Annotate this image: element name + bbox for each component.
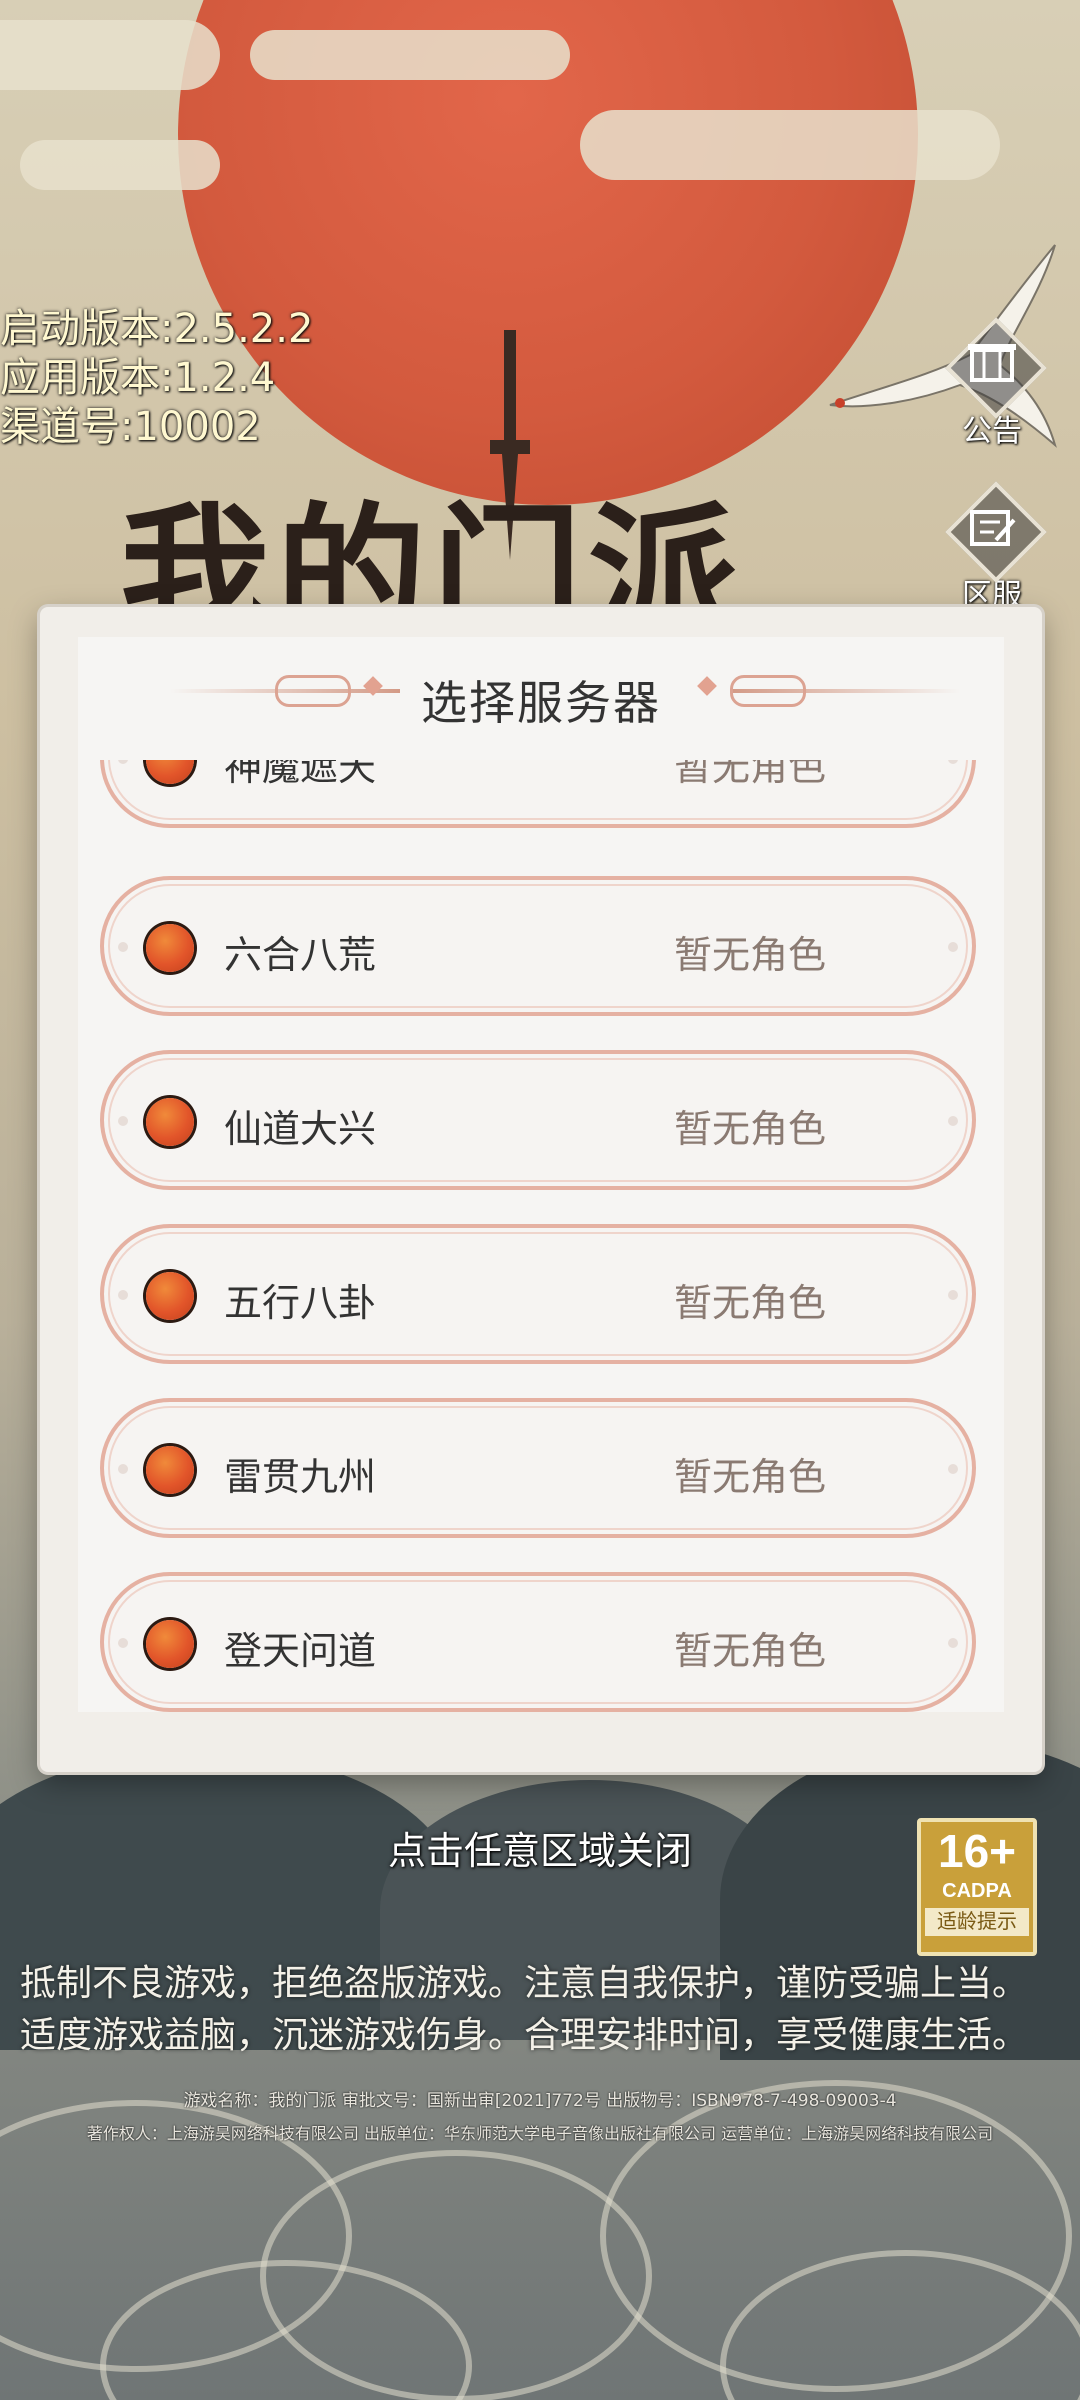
server-status-dot-icon bbox=[146, 1620, 194, 1668]
server-name: 五行八卦 bbox=[224, 1281, 377, 1325]
server-name: 登天问道 bbox=[224, 1629, 377, 1673]
server-name: 神魔遮天 bbox=[224, 760, 377, 789]
credits-line2: 著作权人：上海游昊网络科技有限公司 出版单位：华东师范大学电子音像出版社有限公司… bbox=[86, 2124, 994, 2143]
server-role-status: 暂无角色 bbox=[674, 1281, 827, 1325]
server-status-dot-icon bbox=[146, 1098, 194, 1146]
server-role-status: 暂无角色 bbox=[674, 1455, 827, 1499]
health-notice-line1: 抵制不良游戏，拒绝盗版游戏。注意自我保护，谨防受骗上当。 bbox=[20, 1963, 1029, 2004]
app-version: 应用版本:1.2.4 bbox=[0, 355, 276, 401]
server-zone-icon bbox=[970, 510, 1016, 546]
dialog-title: 选择服务器 bbox=[421, 676, 661, 730]
server-zone-button[interactable]: 区服 bbox=[932, 482, 1052, 614]
health-notice: 抵制不良游戏，拒绝盗版游戏。注意自我保护，谨防受骗上当。 适度游戏益脑，沉迷游戏… bbox=[20, 1958, 1028, 2062]
server-list[interactable]: 神魔遮天 暂无角色 六合八荒 暂无角色 仙道大兴 暂无角色 五行八卦 暂无角色 … bbox=[40, 760, 1040, 1770]
server-role-status: 暂无角色 bbox=[674, 760, 827, 789]
server-row[interactable]: 登天问道 暂无角色 bbox=[100, 1572, 976, 1712]
announcement-button[interactable]: 公告 bbox=[932, 318, 1052, 450]
age-rating-label: 适龄提示 bbox=[925, 1908, 1029, 1936]
server-row[interactable]: 六合八荒 暂无角色 bbox=[100, 876, 976, 1016]
credits-line1: 游戏名称：我的门派 审批文号：国新出审[2021]772号 出版物号：ISBN9… bbox=[183, 2091, 897, 2111]
health-notice-line2: 适度游戏益脑，沉迷游戏伤身。合理安排时间，享受健康生活。 bbox=[20, 2015, 1029, 2056]
announcement-icon bbox=[968, 344, 1016, 382]
server-row[interactable]: 雷贯九州 暂无角色 bbox=[100, 1398, 976, 1538]
server-name: 仙道大兴 bbox=[224, 1107, 377, 1151]
server-status-dot-icon bbox=[146, 1446, 194, 1494]
age-rating-badge[interactable]: 16+ CADPA 适龄提示 bbox=[917, 1818, 1037, 1956]
server-role-status: 暂无角色 bbox=[674, 1629, 827, 1673]
server-row[interactable]: 五行八卦 暂无角色 bbox=[100, 1224, 976, 1364]
age-rating-org: CADPA bbox=[942, 1880, 1012, 1902]
server-status-dot-icon bbox=[146, 760, 194, 784]
server-role-status: 暂无角色 bbox=[674, 933, 827, 977]
server-name: 雷贯九州 bbox=[224, 1455, 377, 1499]
server-status-dot-icon bbox=[146, 1272, 194, 1320]
server-status-dot-icon bbox=[146, 924, 194, 972]
version-info: 启动版本:2.5.2.2 应用版本:1.2.4 渠道号:10002 bbox=[0, 305, 313, 452]
channel-number: 渠道号:10002 bbox=[0, 404, 261, 450]
server-name: 六合八荒 bbox=[224, 933, 377, 977]
server-row[interactable]: 神魔遮天 暂无角色 bbox=[100, 760, 976, 828]
server-row[interactable]: 仙道大兴 暂无角色 bbox=[100, 1050, 976, 1190]
age-rating: 16+ bbox=[937, 1825, 1017, 1877]
server-role-status: 暂无角色 bbox=[674, 1107, 827, 1151]
launcher-version: 启动版本:2.5.2.2 bbox=[0, 306, 314, 352]
